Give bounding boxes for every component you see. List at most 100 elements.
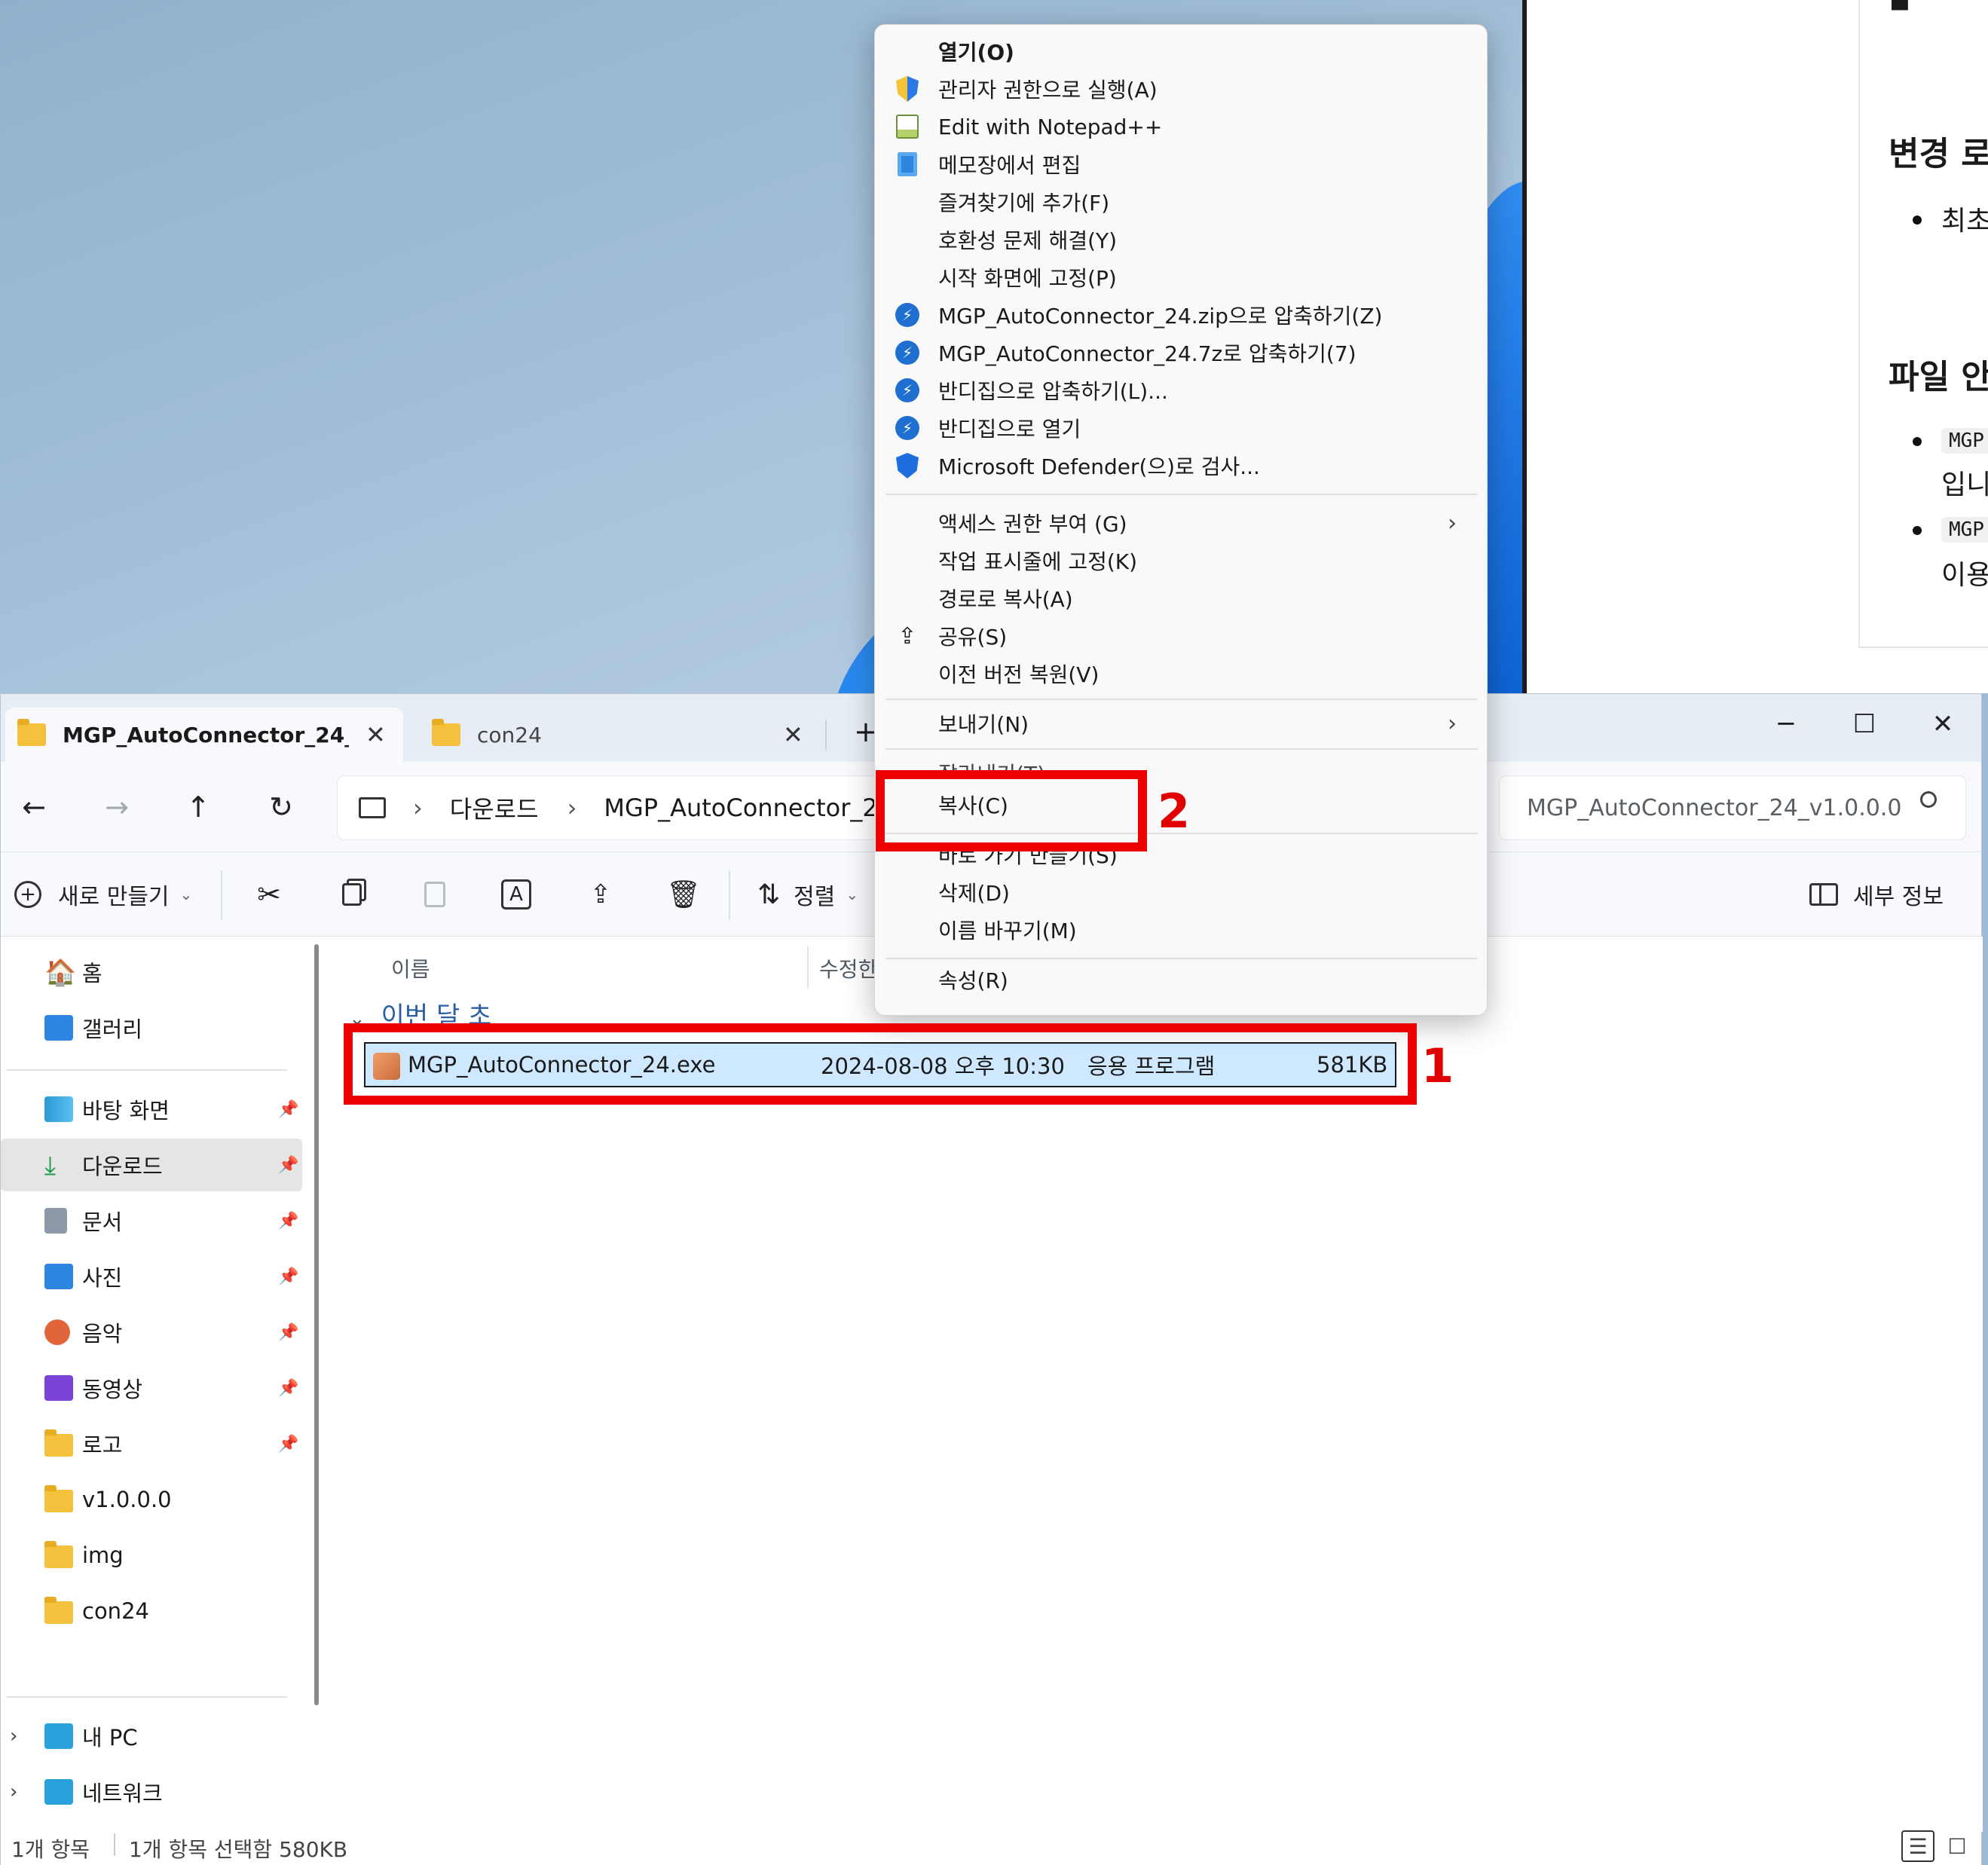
menu-item-rename[interactable]: 이름 바꾸기(M) (875, 911, 1487, 949)
menu-item-notepad-plus[interactable]: Edit with Notepad++ (875, 108, 1487, 145)
share-icon: ⇪ (898, 622, 917, 650)
breadcrumb-folder[interactable]: MGP_AutoConnector_2 (604, 793, 877, 822)
bullet-text: 최초 (1941, 206, 1988, 237)
up-button[interactable]: ↑ (176, 784, 221, 830)
menu-item-notepad[interactable]: 메모장에서 편집 (875, 145, 1487, 183)
sort-icon: ⇅ (757, 879, 781, 910)
tab-con24[interactable]: con24 ✕ (423, 708, 815, 762)
sidebar-item-logo[interactable]: 로고 📌 (1, 1417, 302, 1470)
forward-button[interactable]: → (94, 784, 139, 830)
chevron-right-icon: › (1448, 509, 1457, 537)
copy-button[interactable] (335, 872, 369, 917)
sidebar-item-videos[interactable]: 동영상 📌 (1, 1362, 302, 1414)
tab-mgp[interactable]: MGP_AutoConnector_24_v1.( ✕ (5, 708, 403, 762)
menu-item-pin-start[interactable]: 시작 화면에 고정(P) (875, 258, 1487, 296)
highlight-box-file (344, 1023, 1417, 1105)
sidebar-item-v1000[interactable]: v1.0.0.0 (1, 1473, 302, 1526)
details-view-icon[interactable]: ☰ (1901, 1830, 1934, 1862)
delete-button[interactable]: 🗑 (666, 872, 701, 917)
context-menu: 열기(O) 관리자 권한으로 실행(A) Edit with Notepad++… (874, 24, 1488, 1016)
folder-icon (44, 1541, 73, 1568)
menu-item-send-to[interactable]: 보내기(N) › (875, 705, 1487, 742)
paste-icon (418, 878, 451, 911)
menu-item-7z[interactable]: ⚡ MGP_AutoConnector_24.7z로 압축하기(7) (875, 334, 1487, 371)
menu-item-bandizip-open[interactable]: ⚡ 반디집으로 열기 (875, 409, 1487, 447)
refresh-button[interactable]: ↻ (258, 784, 304, 830)
sidebar-item-music[interactable]: 음악 📌 (1, 1306, 302, 1359)
search-icon (1920, 791, 1937, 808)
highlight-box-copy (876, 770, 1147, 851)
maximize-button[interactable]: ☐ (1830, 702, 1898, 747)
chevron-right-icon[interactable]: › (10, 1781, 17, 1803)
close-icon[interactable]: ✕ (365, 720, 386, 749)
menu-item-add-favorites[interactable]: 즐겨찾기에 추가(F) (875, 183, 1487, 221)
defender-shield-icon (895, 453, 920, 478)
sidebar-item-pictures[interactable]: 사진 📌 (1, 1250, 302, 1303)
column-header-name[interactable]: 이름 (391, 953, 430, 983)
sidebar-item-this-pc[interactable]: › 내 PC (1, 1710, 302, 1763)
folder-icon (44, 1429, 73, 1457)
pin-icon[interactable]: 📌 (278, 1435, 298, 1454)
cut-button[interactable]: ✂ (252, 872, 286, 917)
pin-icon[interactable]: 📌 (278, 1267, 298, 1286)
details-pane-icon (1809, 883, 1838, 906)
tiles-view-icon[interactable]: ☐ (1941, 1830, 1974, 1862)
code-snippet: MGP (1941, 428, 1988, 454)
menu-item-pin-taskbar[interactable]: 작업 표시줄에 고정(K) (875, 542, 1487, 579)
menu-item-restore-versions[interactable]: 이전 버전 복원(V) (875, 655, 1487, 692)
menu-item-share[interactable]: ⇪ 공유(S) (875, 617, 1487, 655)
pin-icon[interactable]: 📌 (278, 1379, 298, 1398)
close-icon[interactable]: ✕ (783, 720, 803, 749)
sidebar-item-home[interactable]: 🏠 홈 (1, 946, 302, 998)
menu-item-give-access[interactable]: 액세스 권한 부여 (G) › (875, 504, 1487, 542)
menu-item-delete[interactable]: 삭제(D) (875, 873, 1487, 911)
details-button[interactable]: 세부 정보 (1809, 872, 1944, 917)
column-divider[interactable] (807, 946, 809, 988)
address-bar[interactable]: › 다운로드 › MGP_AutoConnector_2 (337, 775, 895, 840)
sidebar-item-desktop[interactable]: 바탕 화면 📌 (1, 1083, 302, 1136)
sidebar-item-downloads[interactable]: ⤓ 다운로드 📌 (1, 1139, 302, 1191)
menu-item-open[interactable]: 열기(O) (875, 32, 1487, 70)
pin-icon[interactable]: 📌 (278, 1156, 298, 1175)
menu-item-defender[interactable]: Microsoft Defender(으)로 검사... (875, 447, 1487, 485)
breadcrumb-downloads[interactable]: 다운로드 (450, 790, 539, 825)
trash-icon: 🗑 (666, 879, 701, 910)
pin-icon[interactable]: 📌 (278, 1100, 298, 1119)
menu-item-run-as-admin[interactable]: 관리자 권한으로 실행(A) (875, 70, 1487, 108)
menu-item-bandizip-compress[interactable]: ⚡ 반디집으로 압축하기(L)... (875, 371, 1487, 409)
back-button[interactable]: ← (11, 784, 57, 830)
menu-item-properties[interactable]: 속성(R) (875, 961, 1487, 998)
search-input[interactable]: MGP_AutoConnector_24_v1.0.0.0 (1499, 775, 1966, 840)
sort-button[interactable]: ⇅ 정렬 ⌄ (757, 872, 858, 917)
menu-item-copy-path[interactable]: 경로로 복사(A) (875, 579, 1487, 617)
menu-item-zip[interactable]: ⚡ MGP_AutoConnector_24.zip으로 압축하기(Z) (875, 296, 1487, 334)
paste-button[interactable] (418, 872, 451, 917)
new-label: 새로 만들기 (58, 884, 170, 910)
navigation-pane: 🏠 홈 갤러리 바탕 화면 📌 ⤓ 다운로드 📌 문서 📌 사진 📌 음악 📌 … (1, 937, 319, 1832)
bandizip-icon: ⚡ (895, 340, 920, 365)
bullet-dot (1913, 437, 1922, 446)
shield-icon (895, 76, 920, 102)
new-button[interactable]: + 새로 만들기 ⌄ (14, 872, 192, 917)
menu-divider (885, 748, 1478, 750)
sidebar-scrollbar[interactable] (314, 944, 319, 1705)
desktop-icon (44, 1096, 73, 1122)
sidebar-item-documents[interactable]: 문서 📌 (1, 1194, 302, 1247)
rename-button[interactable]: A (501, 872, 531, 917)
computer-icon (359, 797, 386, 818)
chevron-right-icon[interactable]: › (10, 1725, 17, 1747)
picture-icon (44, 1264, 73, 1289)
code-snippet: MGP (1941, 517, 1988, 543)
menu-item-troubleshoot[interactable]: 호환성 문제 해결(Y) (875, 221, 1487, 258)
pin-icon[interactable]: 📌 (278, 1212, 298, 1231)
copy-icon (335, 878, 369, 911)
sidebar-item-con24[interactable]: con24 (1, 1585, 302, 1637)
sidebar-item-network[interactable]: › 네트워크 (1, 1766, 302, 1818)
pin-icon[interactable]: 📌 (278, 1323, 298, 1342)
minimize-button[interactable]: ─ (1752, 702, 1820, 747)
sidebar-item-img[interactable]: img (1, 1529, 302, 1582)
close-window-button[interactable]: ✕ (1909, 702, 1977, 747)
column-header-modified[interactable]: 수정한 (819, 953, 877, 983)
sidebar-item-gallery[interactable]: 갤러리 (1, 1001, 302, 1054)
share-button[interactable]: ⇪ (584, 872, 617, 917)
